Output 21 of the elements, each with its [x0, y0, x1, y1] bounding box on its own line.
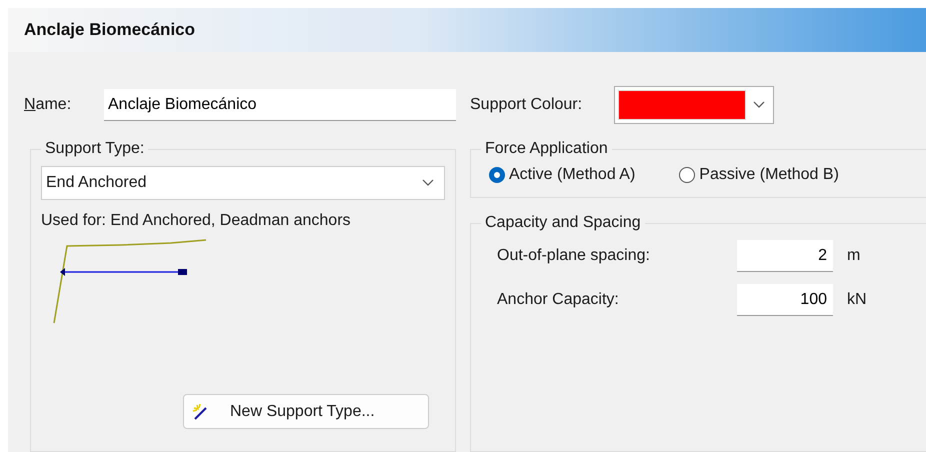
- number-field[interactable]: 2: [737, 240, 833, 272]
- window-title: Anclaje Biomecánico: [24, 20, 196, 40]
- group-legend: Force Application: [481, 140, 612, 158]
- support-type-dropdown[interactable]: End Anchored: [41, 166, 445, 200]
- name-field[interactable]: Anclaje Biomecánico: [104, 89, 456, 121]
- method-radio[interactable]: Passive (Method B): [679, 166, 839, 184]
- number-field[interactable]: 100: [737, 284, 833, 316]
- group-legend: Capacity and Spacing: [481, 214, 645, 232]
- method-radio[interactable]: Active (Method A): [489, 166, 636, 184]
- new-support-type-button[interactable]: New Support Type...: [183, 394, 429, 429]
- chevron-down-icon: [422, 179, 434, 187]
- field-label: Anchor Capacity:: [497, 291, 620, 309]
- group-legend: Support Type:: [41, 140, 148, 158]
- used-for-text: Used for: End Anchored, Deadman anchors: [41, 212, 352, 230]
- name-label: Name:: [24, 96, 72, 114]
- chevron-down-icon: [753, 101, 765, 109]
- unit-label: m: [847, 247, 860, 265]
- colour-picker[interactable]: [614, 86, 774, 124]
- unit-label: kN: [847, 291, 867, 309]
- field-label: Out-of-plane spacing:: [497, 247, 651, 265]
- support-colour-label: Support Colour:: [470, 96, 584, 114]
